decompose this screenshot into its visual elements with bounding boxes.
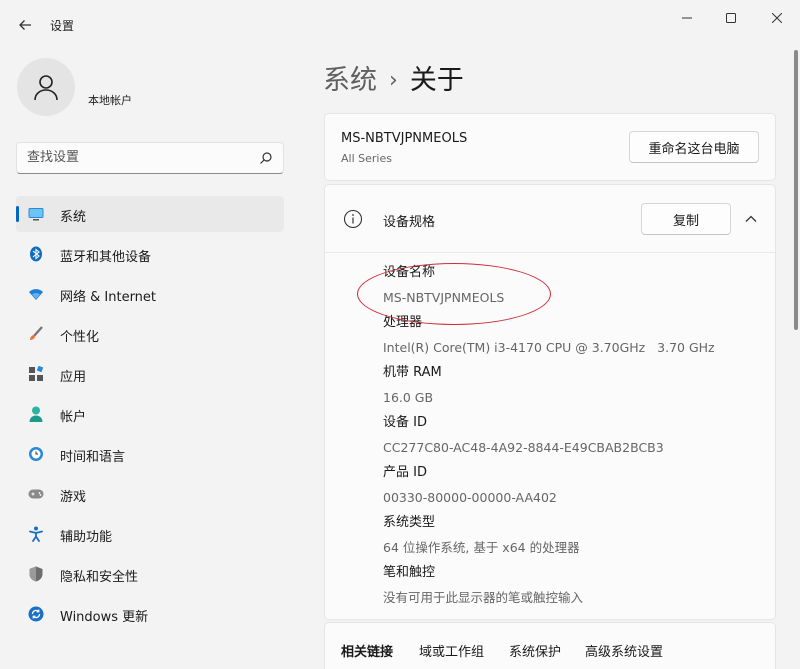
close-button[interactable] xyxy=(762,8,792,28)
sidebar-item-label: 隐私和安全性 xyxy=(60,570,139,585)
link-advanced-system-settings[interactable]: 高级系统设置 xyxy=(585,641,663,660)
sidebar-item-label: 游戏 xyxy=(60,490,87,505)
link-system-protection[interactable]: 系统保护 xyxy=(509,641,561,660)
sidebar-item-personalization[interactable]: 个性化 xyxy=(16,316,284,352)
sidebar-item-label: 蓝牙和其他设备 xyxy=(60,250,152,265)
search-box[interactable] xyxy=(16,142,284,174)
sidebar-item-label: 网络 & Internet xyxy=(60,290,157,305)
sidebar-item-label: 时间和语言 xyxy=(60,450,126,465)
sidebar-item-gaming[interactable]: 游戏 xyxy=(16,476,284,512)
sidebar-nav: 系统 蓝牙和其他设备 网络 & Internet 个性化 应用 帐户 时间和语言… xyxy=(16,196,284,636)
gamepad-icon xyxy=(28,486,44,502)
device-specs-title: 设备规格 xyxy=(383,215,436,230)
copy-button[interactable]: 复制 xyxy=(641,203,731,235)
pc-model: All Series xyxy=(341,152,392,165)
update-icon xyxy=(28,606,44,622)
pc-name-card: MS-NBTVJPNMEOLS All Series 重命名这台电脑 xyxy=(324,113,776,181)
sidebar-item-time-language[interactable]: 时间和语言 xyxy=(16,436,284,472)
spec-label: 设备 ID xyxy=(383,415,427,430)
shield-icon xyxy=(28,566,44,582)
avatar[interactable] xyxy=(17,58,75,116)
sidebar-item-bluetooth[interactable]: 蓝牙和其他设备 xyxy=(16,236,284,272)
spec-value: CC277C80-AC48-4A92-8844-E49CBAB2BCB3 xyxy=(383,440,664,455)
sidebar-item-network[interactable]: 网络 & Internet xyxy=(16,276,284,312)
spec-row-system-type: 系统类型 64 位操作系统, 基于 x64 的处理器 xyxy=(383,510,763,560)
sidebar-item-apps[interactable]: 应用 xyxy=(16,356,284,392)
network-icon xyxy=(28,286,44,302)
spec-label: 系统类型 xyxy=(383,515,436,530)
sidebar-item-label: 应用 xyxy=(60,370,87,385)
annotation-ellipse xyxy=(357,263,551,325)
pc-name: MS-NBTVJPNMEOLS xyxy=(341,131,468,146)
arrow-left-icon xyxy=(19,20,31,30)
accessibility-icon xyxy=(28,526,44,542)
close-icon xyxy=(772,13,782,23)
sidebar-item-label: 辅助功能 xyxy=(60,530,113,545)
spec-value: 64 位操作系统, 基于 x64 的处理器 xyxy=(383,540,580,555)
spec-value: Intel(R) Core(TM) i3-4170 CPU @ 3.70GHz … xyxy=(383,340,715,355)
user-icon xyxy=(34,75,58,101)
related-links-bar: 相关链接 域或工作组 系统保护 高级系统设置 xyxy=(324,622,776,669)
sidebar-item-accessibility[interactable]: 辅助功能 xyxy=(16,516,284,552)
spec-row-device-id: 设备 ID CC277C80-AC48-4A92-8844-E49CBAB2BC… xyxy=(383,410,763,460)
rename-pc-button[interactable]: 重命名这台电脑 xyxy=(629,131,759,163)
account-name: 本地帐户 xyxy=(88,94,132,107)
sidebar-item-label: 帐户 xyxy=(60,410,87,425)
spec-value: 00330-80000-00000-AA402 xyxy=(383,490,557,505)
brush-icon xyxy=(28,326,44,342)
sidebar-item-label: Windows 更新 xyxy=(60,610,149,625)
bluetooth-icon xyxy=(28,246,44,262)
sidebar-item-privacy[interactable]: 隐私和安全性 xyxy=(16,556,284,592)
chevron-up-icon[interactable] xyxy=(743,211,759,227)
spec-label: 笔和触控 xyxy=(383,565,436,580)
title-bar: 设置 xyxy=(0,0,800,50)
apps-icon xyxy=(28,366,44,382)
spec-label: 机带 RAM xyxy=(383,365,442,380)
sidebar-item-windows-update[interactable]: Windows 更新 xyxy=(16,596,284,632)
sidebar-item-label: 个性化 xyxy=(60,330,100,345)
search-input[interactable] xyxy=(27,150,247,165)
breadcrumb: 系统 › 关于 xyxy=(323,58,464,97)
app-title: 设置 xyxy=(50,19,75,33)
scrollbar-thumb[interactable] xyxy=(794,50,798,330)
spec-row-pen-touch: 笔和触控 没有可用于此显示器的笔或触控输入 xyxy=(383,560,763,610)
device-specs-header[interactable]: 设备规格 复制 xyxy=(325,185,775,253)
spec-value: 16.0 GB xyxy=(383,390,434,405)
system-icon xyxy=(28,206,44,222)
spec-row-ram: 机带 RAM 16.0 GB xyxy=(383,360,763,410)
link-domain-workgroup[interactable]: 域或工作组 xyxy=(419,641,484,660)
time-language-icon xyxy=(28,446,44,462)
back-button[interactable] xyxy=(14,14,36,36)
info-icon xyxy=(343,209,363,229)
search-icon[interactable] xyxy=(259,151,273,165)
device-specs-card: 设备规格 复制 设备名称 MS-NBTVJPNMEOLS 处理器 Intel(R… xyxy=(324,184,776,620)
sidebar-item-label: 系统 xyxy=(60,210,87,225)
account-icon xyxy=(28,406,44,422)
minimize-button[interactable] xyxy=(672,8,702,28)
page-title: 关于 xyxy=(409,65,464,96)
maximize-icon xyxy=(726,13,736,23)
minimize-icon xyxy=(682,17,692,19)
maximize-button[interactable] xyxy=(716,8,746,28)
spec-label: 产品 ID xyxy=(383,465,427,480)
related-links-label: 相关链接 xyxy=(341,645,394,660)
spec-value: 没有可用于此显示器的笔或触控输入 xyxy=(383,590,584,605)
sidebar-item-accounts[interactable]: 帐户 xyxy=(16,396,284,432)
breadcrumb-separator: › xyxy=(389,68,398,93)
sidebar-item-system[interactable]: 系统 xyxy=(16,196,284,232)
breadcrumb-parent[interactable]: 系统 xyxy=(323,65,377,96)
spec-row-product-id: 产品 ID 00330-80000-00000-AA402 xyxy=(383,460,763,510)
